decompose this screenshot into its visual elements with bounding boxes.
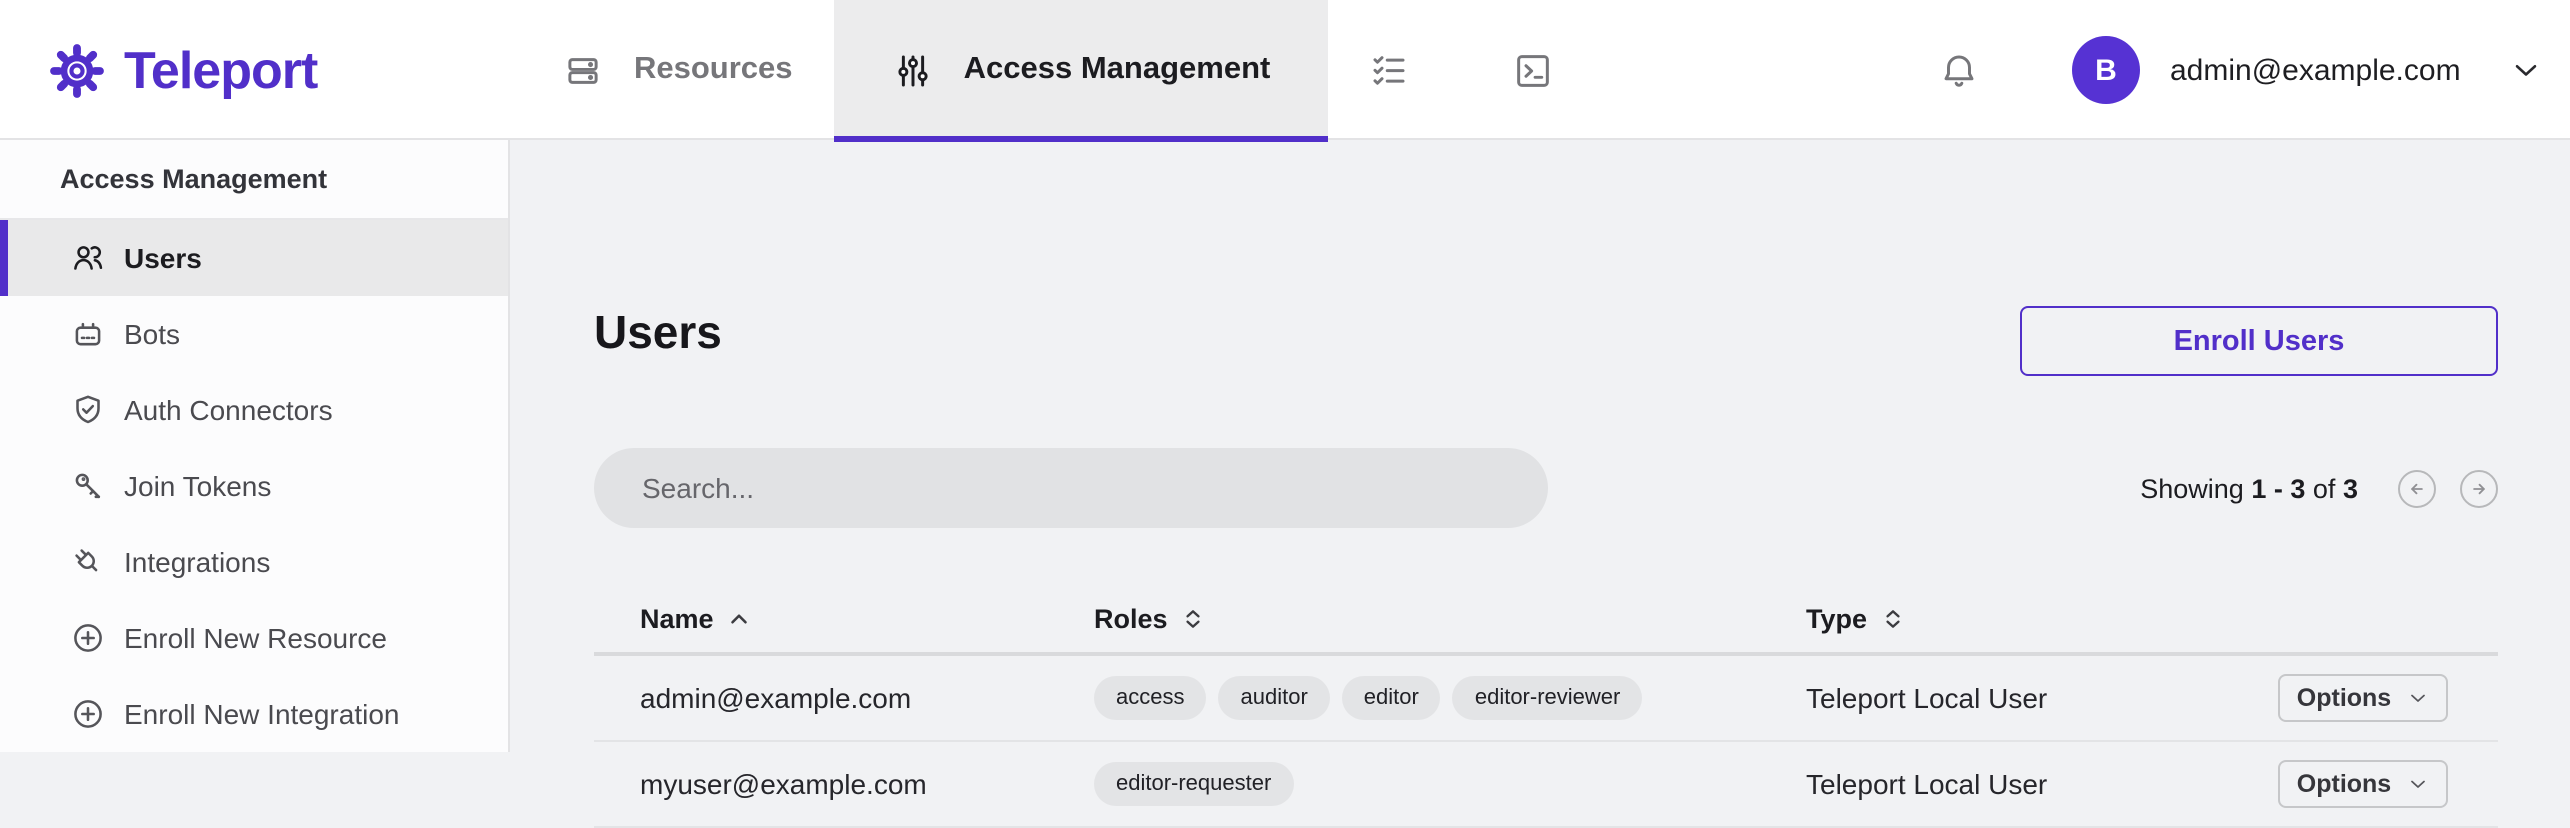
shield-check-icon — [70, 392, 106, 428]
column-header-name[interactable]: Name — [594, 603, 1094, 633]
chevron-down-icon — [2405, 686, 2429, 710]
sidebar-item-label: Join Tokens — [124, 470, 271, 502]
users-icon — [70, 240, 106, 276]
search-input[interactable] — [594, 448, 1548, 528]
sidebar-item-join-tokens[interactable]: Join Tokens — [0, 448, 508, 524]
pagination-status: Showing 1 - 3 of 3 — [2140, 473, 2358, 503]
role-pill: access — [1094, 676, 1207, 720]
tab-resources[interactable]: Resources — [562, 0, 793, 140]
sidebar: Access Management Users Bots Auth Connecto… — [0, 140, 510, 752]
sidebar-item-label: Auth Connectors — [124, 394, 333, 426]
checklist-icon[interactable] — [1368, 49, 1410, 91]
role-pill: editor-requester — [1094, 762, 1293, 806]
sliders-icon — [892, 49, 934, 91]
user-actions-cell: Options — [2278, 760, 2498, 808]
role-pill: editor — [1342, 676, 1441, 720]
role-pill: auditor — [1219, 676, 1330, 720]
column-header-type[interactable]: Type — [1806, 603, 2278, 633]
server-stack-icon — [562, 49, 604, 91]
options-button-label: Options — [2297, 770, 2391, 798]
table-body: admin@example.comaccess auditor editor edit… — [594, 656, 2498, 828]
sort-asc-icon — [726, 605, 752, 631]
main-content: Users Enroll Users Showing 1 - 3 of 3 Na… — [512, 140, 2570, 752]
table-row: myuser@example.comeditor-requester Telepo… — [594, 742, 2498, 828]
plus-circle-icon — [70, 696, 106, 732]
sidebar-item-enroll-new-resource[interactable]: Enroll New Resource — [0, 600, 508, 676]
enroll-users-button[interactable]: Enroll Users — [2020, 306, 2498, 376]
sidebar-item-enroll-new-integration[interactable]: Enroll New Integration — [0, 676, 508, 752]
chevron-down-icon — [2405, 772, 2429, 796]
teleport-logo[interactable]: Teleport — [48, 0, 317, 140]
sidebar-item-label: Integrations — [124, 546, 270, 578]
tab-label: Access Management — [964, 52, 1271, 88]
table-header: Name Roles Type — [594, 584, 2498, 656]
sort-icon — [1879, 605, 1905, 631]
options-button-label: Options — [2297, 684, 2391, 712]
pagination-prefix: Showing — [2140, 473, 2244, 503]
pagination-of: of — [2313, 473, 2336, 503]
brand-name: Teleport — [124, 39, 317, 101]
prev-page-button[interactable] — [2398, 469, 2436, 507]
sidebar-item-label: Bots — [124, 318, 180, 350]
sidebar-item-label: Enroll New Integration — [124, 698, 400, 730]
tab-label: Resources — [634, 52, 793, 88]
teleport-app: Teleport Resources Access Management B a… — [0, 0, 2570, 752]
avatar[interactable]: B — [2072, 36, 2140, 104]
next-page-button[interactable] — [2460, 469, 2498, 507]
sort-icon — [1180, 605, 1206, 631]
sidebar-item-label: Users — [124, 242, 202, 274]
sidebar-item-users[interactable]: Users — [0, 220, 508, 296]
sidebar-item-auth-connectors[interactable]: Auth Connectors — [0, 372, 508, 448]
role-pill: editor-reviewer — [1453, 676, 1643, 720]
pagination-range: 1 - 3 — [2251, 473, 2305, 503]
sidebar-item-integrations[interactable]: Integrations — [0, 524, 508, 600]
plug-icon — [70, 544, 106, 580]
users-table: Name Roles Type admin@example.comaccessa… — [594, 584, 2498, 828]
key-icon — [70, 468, 106, 504]
tab-access-management[interactable]: Access Management — [834, 0, 1328, 140]
column-label: Type — [1806, 603, 1867, 633]
sidebar-item-bots[interactable]: Bots — [0, 296, 508, 372]
user-name-cell: myuser@example.com — [594, 768, 1094, 800]
table-row: admin@example.comaccess auditor editor edit… — [594, 656, 2498, 742]
sidebar-item-label: Enroll New Resource — [124, 622, 387, 654]
plus-circle-icon — [70, 620, 106, 656]
chevron-down-icon[interactable] — [2508, 52, 2544, 88]
user-type-cell: Teleport Local User — [1806, 682, 2278, 714]
user-actions-cell: Options — [2278, 674, 2498, 722]
user-type-cell: Teleport Local User — [1806, 768, 2278, 800]
column-label: Name — [640, 603, 714, 633]
pagination-total: 3 — [2343, 473, 2358, 503]
column-label: Roles — [1094, 603, 1168, 633]
sidebar-items: Users Bots Auth Connectors Join Tokens Integ… — [0, 220, 508, 752]
user-roles-cell: editor-requester — [1094, 762, 1806, 806]
bell-icon[interactable] — [1938, 49, 1980, 91]
user-roles-cell: access auditor editor editor-reviewer — [1094, 676, 1806, 720]
column-header-roles[interactable]: Roles — [1094, 603, 1806, 633]
options-button[interactable]: Options — [2278, 674, 2448, 722]
pagination: Showing 1 - 3 of 3 — [2140, 448, 2498, 528]
terminal-icon[interactable] — [1512, 49, 1554, 91]
page-title: Users — [594, 306, 722, 360]
gear-logo-icon — [48, 41, 106, 99]
user-name-cell: admin@example.com — [594, 682, 1094, 714]
user-email[interactable]: admin@example.com — [2170, 0, 2461, 140]
top-navbar: Teleport Resources Access Management B a… — [0, 0, 2570, 140]
options-button[interactable]: Options — [2278, 760, 2448, 808]
sidebar-header: Access Management — [0, 140, 508, 220]
bot-icon — [70, 316, 106, 352]
